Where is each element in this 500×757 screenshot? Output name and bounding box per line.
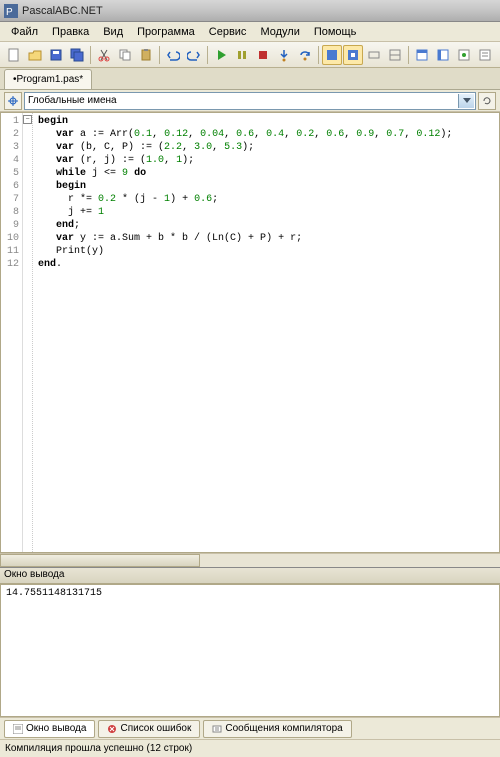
errors-icon <box>107 724 117 734</box>
output-body[interactable]: 14.7551148131715 <box>0 584 500 717</box>
fold-toggle-icon[interactable]: − <box>23 115 32 124</box>
status-text: Компиляция прошла успешно (12 строк) <box>5 743 192 754</box>
editor-hscroll[interactable] <box>0 553 500 567</box>
mode-b-icon[interactable] <box>343 45 363 65</box>
tab-messages[interactable]: Сообщения компилятора <box>203 720 351 738</box>
window-4-icon[interactable] <box>475 45 495 65</box>
menu-bar: Файл Правка Вид Программа Сервис Модули … <box>0 22 500 42</box>
toolbar <box>0 42 500 68</box>
copy-icon[interactable] <box>115 45 135 65</box>
status-bar: Компиляция прошла успешно (12 строк) <box>0 739 500 757</box>
pause-icon[interactable] <box>232 45 252 65</box>
app-title: PascalABC.NET <box>22 5 103 17</box>
output-pane: Окно вывода 14.7551148131715 <box>0 567 500 717</box>
messages-icon <box>212 724 222 734</box>
mode-a-icon[interactable] <box>322 45 342 65</box>
tab-messages-label: Сообщения компилятора <box>225 723 342 734</box>
app-icon: P <box>4 4 18 18</box>
file-tab-bar: •Program1.pas* <box>0 68 500 90</box>
menu-modules[interactable]: Модули <box>253 24 306 40</box>
chevron-down-icon <box>458 94 474 108</box>
file-tab-label: •Program1.pas* <box>13 74 83 85</box>
tab-output-label: Окно вывода <box>26 723 86 734</box>
menu-file[interactable]: Файл <box>4 24 45 40</box>
paste-icon[interactable] <box>136 45 156 65</box>
menu-edit[interactable]: Правка <box>45 24 96 40</box>
fold-column: − <box>23 113 33 552</box>
menu-help[interactable]: Помощь <box>307 24 364 40</box>
scope-combo[interactable]: Глобальные имена <box>24 92 476 110</box>
save-all-icon[interactable] <box>67 45 87 65</box>
scope-nav-icon[interactable] <box>4 92 22 110</box>
redo-icon[interactable] <box>184 45 204 65</box>
toggle-1-icon[interactable] <box>364 45 384 65</box>
open-file-icon[interactable] <box>25 45 45 65</box>
undo-icon[interactable] <box>163 45 183 65</box>
window-1-icon[interactable] <box>412 45 432 65</box>
save-icon[interactable] <box>46 45 66 65</box>
scope-combo-label: Глобальные имена <box>28 95 117 106</box>
tab-output[interactable]: Окно вывода <box>4 720 95 738</box>
line-numbers: 123456789101112 <box>1 113 23 552</box>
scope-refresh-icon[interactable] <box>478 92 496 110</box>
scope-bar: Глобальные имена <box>0 90 500 112</box>
bottom-tab-bar: Окно вывода Список ошибок Сообщения комп… <box>0 717 500 739</box>
step-into-icon[interactable] <box>274 45 294 65</box>
svg-text:P: P <box>6 7 13 18</box>
window-3-icon[interactable] <box>454 45 474 65</box>
menu-program[interactable]: Программа <box>130 24 202 40</box>
tab-errors-label: Список ошибок <box>120 723 191 734</box>
titlebar: P PascalABC.NET <box>0 0 500 22</box>
step-over-icon[interactable] <box>295 45 315 65</box>
cut-icon[interactable] <box>94 45 114 65</box>
new-file-icon[interactable] <box>4 45 24 65</box>
window-2-icon[interactable] <box>433 45 453 65</box>
output-header: Окно вывода <box>0 568 500 584</box>
output-icon <box>13 724 23 734</box>
toggle-2-icon[interactable] <box>385 45 405 65</box>
tab-errors[interactable]: Список ошибок <box>98 720 200 738</box>
run-icon[interactable] <box>211 45 231 65</box>
code-area[interactable]: begin var a := Arr(0.1, 0.12, 0.04, 0.6,… <box>33 113 499 552</box>
code-editor[interactable]: 123456789101112 − begin var a := Arr(0.1… <box>0 112 500 553</box>
menu-service[interactable]: Сервис <box>202 24 254 40</box>
menu-view[interactable]: Вид <box>96 24 130 40</box>
file-tab[interactable]: •Program1.pas* <box>4 69 92 89</box>
stop-icon[interactable] <box>253 45 273 65</box>
